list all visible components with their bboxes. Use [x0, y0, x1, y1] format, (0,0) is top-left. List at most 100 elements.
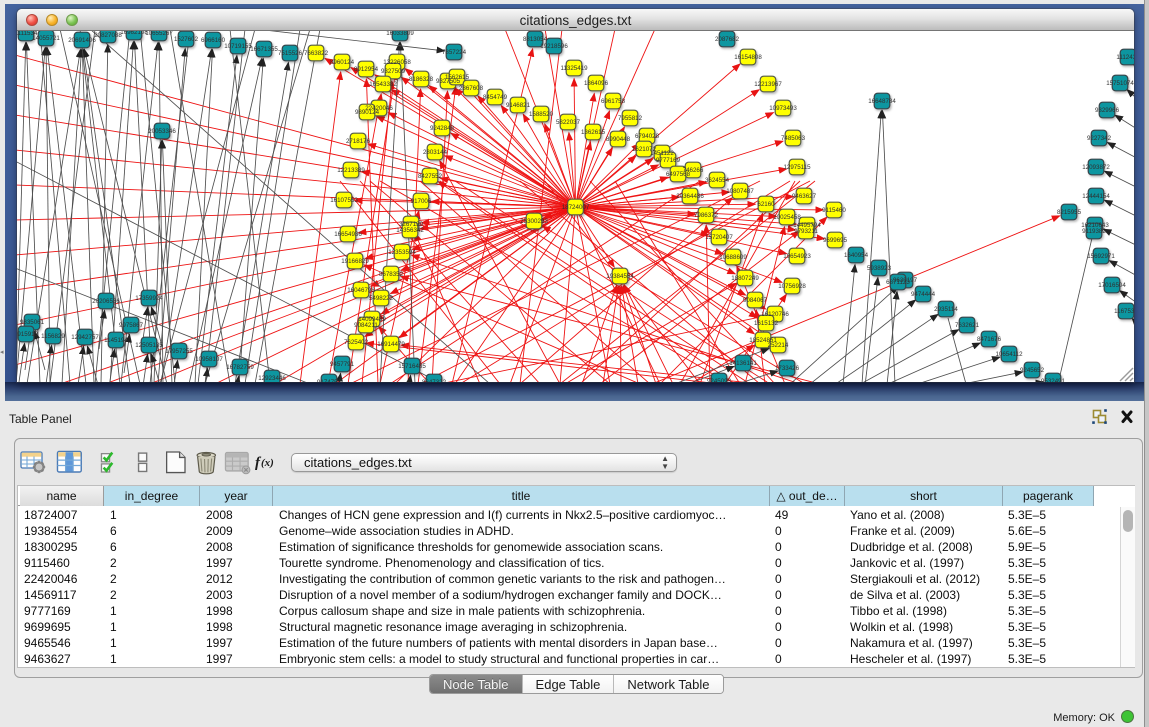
- svg-text:16120746: 16120746: [761, 311, 789, 318]
- svg-text:18807249: 18807249: [731, 275, 759, 282]
- svg-text:12213967: 12213967: [754, 81, 782, 88]
- svg-text:8427552: 8427552: [418, 173, 443, 180]
- svg-text:8813054: 8813054: [523, 36, 548, 43]
- svg-text:3915919: 3915919: [17, 331, 39, 338]
- svg-text:10719155: 10719155: [224, 43, 252, 50]
- svg-text:18724007: 18724007: [562, 204, 590, 211]
- svg-text:10958107: 10958107: [195, 356, 223, 363]
- svg-text:9474444: 9474444: [911, 291, 936, 298]
- svg-text:19654923: 19654923: [783, 253, 811, 260]
- svg-text:12353594: 12353594: [388, 249, 416, 256]
- svg-text:1112430: 1112430: [1116, 54, 1134, 61]
- svg-text:9115460: 9115460: [822, 207, 846, 214]
- svg-text:5822037: 5822037: [556, 119, 581, 126]
- svg-text:16782759: 16782759: [226, 364, 254, 371]
- svg-text:19384554: 19384554: [606, 273, 634, 280]
- svg-text:917006: 917006: [411, 198, 432, 205]
- svg-text:16671355: 16671355: [250, 46, 278, 53]
- svg-text:1588520: 1588520: [529, 111, 554, 118]
- svg-text:9174753: 9174753: [317, 379, 342, 382]
- svg-text:(x): (x): [261, 457, 274, 469]
- svg-text:62160: 62160: [757, 201, 775, 208]
- svg-text:2867608: 2867608: [459, 85, 484, 92]
- svg-text:2935114: 2935114: [934, 306, 958, 313]
- svg-text:9793211: 9793211: [794, 228, 818, 235]
- svg-text:20053346: 20053346: [148, 128, 176, 135]
- svg-text:12093872: 12093872: [1082, 164, 1110, 171]
- svg-text:10655267: 10655267: [145, 31, 173, 37]
- svg-text:15692971: 15692971: [1087, 253, 1115, 260]
- svg-text:8186328: 8186328: [409, 76, 434, 83]
- svg-text:6497568: 6497568: [666, 171, 691, 178]
- svg-text:8678352: 8678352: [379, 271, 404, 278]
- svg-text:1145194: 1145194: [104, 337, 128, 344]
- svg-text:5938923: 5938923: [867, 265, 892, 272]
- svg-text:6966160: 6966160: [201, 37, 226, 44]
- svg-text:10973493: 10973493: [769, 105, 797, 112]
- svg-text:7663822: 7663822: [304, 50, 329, 57]
- svg-text:5498222: 5498222: [369, 295, 394, 302]
- svg-text:10688609: 10688609: [719, 254, 747, 261]
- svg-text:12505135: 12505135: [135, 342, 163, 349]
- svg-text:19218596: 19218596: [540, 43, 568, 50]
- svg-text:8454749: 8454749: [483, 94, 508, 101]
- svg-text:7485063: 7485063: [781, 135, 806, 142]
- svg-text:8215955: 8215955: [1057, 209, 1082, 216]
- svg-text:20206536: 20206536: [92, 298, 120, 305]
- svg-text:2718176: 2718176: [346, 138, 371, 145]
- svg-text:2087682: 2087682: [715, 36, 740, 43]
- svg-text:16046798: 16046798: [347, 287, 375, 294]
- svg-text:17016504: 17016504: [1098, 282, 1126, 289]
- svg-text:1864096: 1864096: [584, 80, 609, 87]
- svg-text:20364436: 20364436: [676, 193, 704, 200]
- svg-text:6961758: 6961758: [601, 98, 626, 105]
- svg-text:14055721: 14055721: [32, 35, 60, 42]
- svg-text:15716485: 15716485: [398, 363, 426, 370]
- svg-text:7955812: 7955812: [618, 115, 643, 122]
- svg-text:9329966: 9329966: [1095, 107, 1120, 114]
- svg-text:8471676: 8471676: [977, 336, 1002, 343]
- svg-text:16033809: 16033809: [386, 31, 414, 37]
- svg-text:1362615: 1362615: [581, 129, 606, 136]
- svg-text:3624554: 3624554: [705, 177, 730, 184]
- svg-text:252214: 252214: [768, 342, 789, 349]
- svg-text:16654936: 16654936: [334, 231, 362, 238]
- svg-text:12444154: 12444154: [1082, 193, 1110, 200]
- svg-text:1562615: 1562615: [445, 74, 470, 81]
- svg-text:20827088: 20827088: [94, 32, 122, 39]
- svg-text:7632621: 7632621: [955, 322, 980, 329]
- svg-text:9146821: 9146821: [506, 102, 531, 109]
- svg-text:9245652: 9245652: [1020, 367, 1045, 374]
- svg-text:10654112: 10654112: [995, 351, 1023, 358]
- svg-text:7625402: 7625402: [344, 339, 369, 346]
- svg-text:19166829: 19166829: [341, 258, 369, 265]
- svg-text:12942757: 12942757: [71, 334, 99, 341]
- svg-text:1640954: 1640954: [844, 252, 869, 259]
- svg-text:20691406: 20691406: [68, 37, 96, 44]
- svg-text:16914479: 16914479: [377, 341, 405, 348]
- svg-text:1615132: 1615132: [754, 320, 779, 327]
- svg-text:25300293: 25300293: [520, 218, 548, 225]
- svg-text:14136141: 14136141: [729, 360, 757, 367]
- svg-text:9327509: 9327509: [381, 68, 406, 75]
- svg-text:9777169: 9777169: [656, 157, 681, 164]
- svg-text:8647322: 8647322: [422, 379, 447, 382]
- svg-text:8912954: 8912954: [354, 66, 379, 73]
- svg-text:16107553: 16107553: [330, 197, 358, 204]
- svg-text:16154808: 16154808: [734, 54, 762, 61]
- svg-text:9084067: 9084067: [743, 297, 768, 304]
- svg-text:10756928: 10756928: [778, 283, 806, 290]
- svg-text:10807487: 10807487: [726, 188, 754, 195]
- svg-text:8960124: 8960124: [330, 59, 355, 66]
- svg-text:9463627: 9463627: [792, 193, 817, 200]
- svg-text:12923446: 12923446: [258, 375, 286, 382]
- svg-text:2803144: 2803144: [423, 149, 448, 156]
- svg-text:8990448: 8990448: [606, 136, 631, 143]
- svg-text:9227342: 9227342: [1087, 135, 1112, 142]
- svg-text:16962108: 16962108: [120, 31, 148, 36]
- svg-text:1451122: 1451122: [650, 150, 674, 157]
- svg-text:14356342: 14356342: [396, 227, 424, 234]
- svg-text:9835061: 9835061: [20, 319, 45, 326]
- svg-text:7515526: 7515526: [278, 50, 303, 57]
- svg-text:9457791: 9457791: [330, 361, 355, 368]
